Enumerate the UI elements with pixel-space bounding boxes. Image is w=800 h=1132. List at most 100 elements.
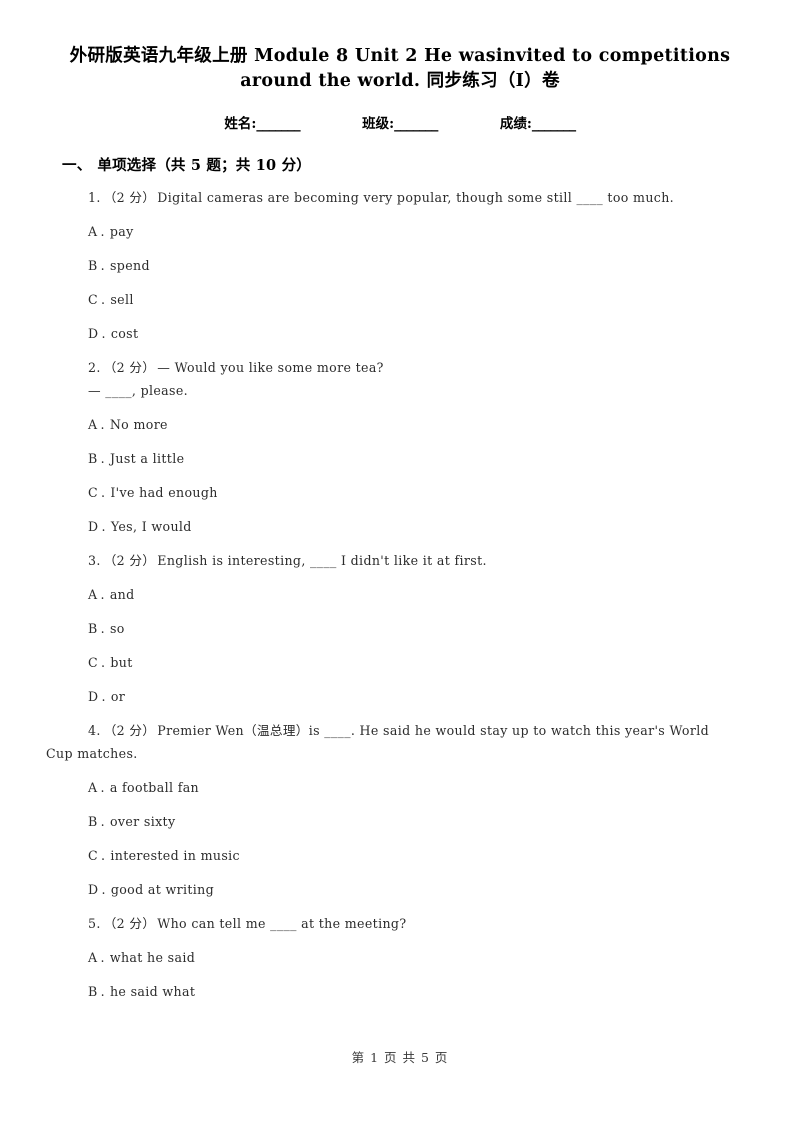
question-3: 3. （2 分） English is interesting, ____ I di… [46,552,754,722]
question-4: 4. （2 分） Premier Wen（温总理）is ____. He said … [46,722,754,915]
question-2-option-b-letter: B [88,451,98,466]
question-2-text: — Would you like some more tea? [157,360,384,375]
question-4-option-a-text: a football fan [109,780,200,795]
document-page: 外研版英语九年级上册 Module 8 Unit 2 He wasinvited… [0,0,800,1132]
question-2-option-c-dot: . [101,485,106,500]
question-4-option-c-dot: . [101,848,106,863]
question-3-option-a[interactable]: A. and [88,586,754,620]
question-3-option-a-dot: . [100,587,105,602]
question-3-option-d[interactable]: D. or [88,688,754,722]
question-1-score: （2 分） [103,190,156,205]
question-3-text: English is interesting, ____ I didn't li… [157,553,487,568]
page-footer: 第 1 页 共 5 页 [351,1050,449,1065]
question-3-option-c[interactable]: C. but [88,654,754,688]
info-field-class: 班级:_______ [362,112,438,132]
question-4-option-b-text: over sixty [109,814,176,829]
info-blank-class[interactable]: _______ [394,116,438,132]
question-2-option-c[interactable]: C. I've had enough [88,484,754,518]
question-1-option-d-letter: D [88,326,99,341]
question-1-option-c-text: sell [110,292,134,307]
question-2-option-d-dot: . [101,519,106,534]
question-2-option-a-dot: . [100,417,105,432]
question-2-option-b[interactable]: B. Just a little [88,450,754,484]
question-1-option-c-letter: C [88,292,98,307]
question-3-option-c-dot: . [101,655,106,670]
question-2-option-c-letter: C [88,485,98,500]
question-1-option-a-text: pay [109,224,134,239]
question-1-option-d[interactable]: D. cost [88,325,754,359]
question-4-text: Premier Wen（温总理）is ____. He said he woul… [157,723,710,738]
page-title: 外研版英语九年级上册 Module 8 Unit 2 He wasinvited… [60,44,740,94]
info-label-score: 成绩: [499,116,532,132]
question-1-option-a-letter: A [88,224,98,239]
question-3-option-d-letter: D [88,689,99,704]
question-5-number: 5. [88,916,101,931]
question-5-option-b-dot: . [100,984,105,999]
info-blank-score[interactable]: _______ [532,116,576,132]
question-1-option-b-dot: . [100,258,105,273]
info-blank-name[interactable]: _______ [256,116,300,132]
question-4-stem-continuation: Cup matches. [46,746,138,761]
question-2-number: 2. [88,360,101,375]
question-5: 5. （2 分） Who can tell me ____ at the meeti… [46,915,754,1017]
question-5-option-a-letter: A [88,950,98,965]
question-3-option-a-text: and [109,587,135,602]
question-2-stem-continuation: — ____, please. [88,383,189,398]
question-2: 2. （2 分） — Would you like some more tea? —… [46,359,754,552]
question-3-score: （2 分） [103,553,156,568]
info-field-score: 成绩:_______ [500,112,576,132]
question-5-option-b[interactable]: B. he said what [88,983,754,1017]
question-4-option-d-dot: . [101,882,106,897]
question-4-option-a-dot: . [100,780,105,795]
title-line-2: around the world. 同步练习（I）卷 [240,71,560,91]
question-1-option-b-letter: B [88,258,98,273]
question-list: 1. （2 分） Digital cameras are becoming very… [46,189,754,1017]
question-3-option-d-text: or [110,689,126,704]
question-2-option-b-dot: . [100,451,105,466]
question-1-option-b[interactable]: B. spend [88,257,754,291]
question-1-option-a[interactable]: A. pay [88,223,754,257]
question-4-option-b[interactable]: B. over sixty [88,813,754,847]
question-1: 1. （2 分） Digital cameras are becoming very… [46,189,754,359]
question-4-option-d-text: good at writing [110,882,215,897]
question-2-option-a-letter: A [88,417,98,432]
question-2-option-b-text: Just a little [109,451,185,466]
question-4-option-a[interactable]: A. a football fan [88,779,754,813]
info-label-name: 姓名: [224,116,257,132]
question-1-option-c[interactable]: C. sell [88,291,754,325]
question-4-option-d-letter: D [88,882,99,897]
section-number: 一、 [62,157,92,174]
question-3-option-a-letter: A [88,587,98,602]
question-3-stem: 3. （2 分） English is interesting, ____ I di… [46,552,754,586]
question-4-option-d[interactable]: D. good at writing [88,881,754,915]
question-3-option-b[interactable]: B. so [88,620,754,654]
section-heading-multiple-choice: 一、 单项选择（共 5 题；共 10 分） [62,154,754,175]
question-5-option-a[interactable]: A. what he said [88,949,754,983]
question-1-text: Digital cameras are becoming very popula… [157,190,675,205]
question-5-text: Who can tell me ____ at the meeting? [157,916,407,931]
question-4-option-a-letter: A [88,780,98,795]
question-5-option-a-dot: . [100,950,105,965]
question-4-option-c[interactable]: C. interested in music [88,847,754,881]
question-2-option-d-text: Yes, I would [110,519,192,534]
question-5-option-b-text: he said what [109,984,196,999]
question-1-option-d-dot: . [101,326,106,341]
question-5-score: （2 分） [103,916,156,931]
question-2-score: （2 分） [103,360,156,375]
section-title: 单项选择（共 5 题；共 10 分） [97,157,311,174]
question-3-number: 3. [88,553,101,568]
question-1-option-a-dot: . [100,224,105,239]
question-2-stem: 2. （2 分） — Would you like some more tea? [46,359,754,382]
question-1-option-b-text: spend [109,258,150,273]
question-5-stem: 5. （2 分） Who can tell me ____ at the meeti… [46,915,754,949]
question-3-option-c-text: but [110,655,133,670]
question-3-option-b-dot: . [100,621,105,636]
question-2-option-a[interactable]: A. No more [88,416,754,450]
title-line-1: 外研版英语九年级上册 Module 8 Unit 2 He wasinvited… [69,46,731,66]
question-4-option-b-dot: . [100,814,105,829]
question-5-option-a-text: what he said [109,950,196,965]
question-1-option-c-dot: . [101,292,106,307]
question-4-option-c-letter: C [88,848,98,863]
question-2-option-d[interactable]: D. Yes, I would [88,518,754,552]
question-4-stem: 4. （2 分） Premier Wen（温总理）is ____. He said … [46,722,754,745]
